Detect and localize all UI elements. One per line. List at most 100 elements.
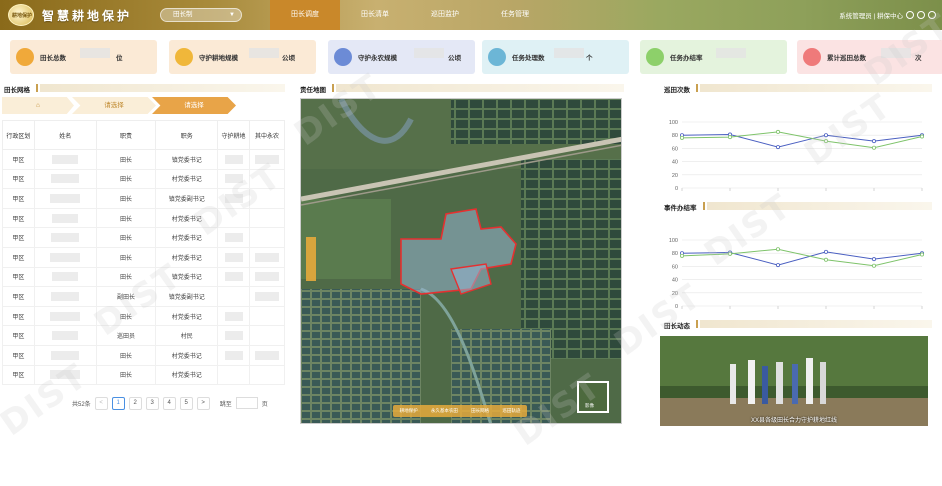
cell-duty: 田长 (95, 266, 157, 288)
table-row[interactable]: 甲区 田长 镇党委书记 (2, 149, 285, 170)
map-layer-item[interactable]: 永久基本农田 (431, 408, 458, 414)
user-icon[interactable] (906, 11, 914, 19)
responsibility-map[interactable]: 耕地保护 永久基本农田 田长网格 巡田轨迹 影像 (300, 98, 622, 424)
cell-district: 甲区 (2, 325, 35, 346)
satellite-imagery[interactable] (301, 99, 622, 424)
y-tick-label: 40 (672, 160, 678, 166)
section-marker (36, 84, 38, 92)
map-layer-item[interactable]: 田长网格 (471, 408, 489, 414)
table-row[interactable]: 甲区 田长 村党委书记 (2, 227, 285, 248)
breadcrumb-level1[interactable]: 请选择 (72, 97, 156, 114)
redacted-value (51, 350, 80, 360)
table-row[interactable]: 甲区 田长 村党委书记 (2, 344, 285, 366)
cell-name (33, 149, 97, 170)
map-layer-item[interactable]: 耕地保护 (400, 408, 418, 414)
cell-duty: 副田长 (95, 286, 157, 307)
table-row[interactable]: 甲区 田长 村党委书记 (2, 246, 285, 268)
y-tick-label: 80 (672, 251, 678, 257)
page-button-1[interactable]: 1 (111, 396, 125, 410)
news-photo[interactable]: XX县各级田长合力守护耕地红线 (660, 336, 928, 426)
redacted-value (52, 272, 79, 282)
column-header: 行政区划 (2, 120, 35, 150)
cell-basic-farmland (249, 286, 285, 307)
stat-card-fieldchief-count[interactable]: 田长总数 位 (10, 40, 157, 74)
fieldchief-table: 行政区划 姓名 职责 职务 守护耕地 其中永农 甲区 田长 镇党委书记 甲区 田长 村党委… (2, 120, 285, 386)
basemap-switcher[interactable]: 影像 (577, 381, 609, 413)
cell-name (33, 266, 97, 288)
nav-item-patrol[interactable]: 巡田监护 (410, 0, 480, 30)
hand-coin-icon (175, 48, 193, 66)
cell-position: 村党委书记 (155, 168, 219, 190)
table-row[interactable]: 甲区 田长 村党委书记 (2, 305, 285, 327)
section-bar (336, 84, 624, 92)
stat-card-basic-farmland[interactable]: 守护永农规模 公顷 (328, 40, 475, 74)
user-area: 系统管理员 | 耕保中心 (839, 10, 936, 20)
cell-district: 甲区 (2, 246, 35, 268)
map-side-toggle[interactable] (306, 237, 316, 281)
power-icon[interactable] (928, 11, 936, 19)
redacted-value (52, 213, 79, 223)
stat-card-value (881, 48, 911, 58)
redacted-value (224, 311, 243, 321)
map-layer-item[interactable]: 巡田轨迹 (502, 408, 520, 414)
stat-card-completion-rate[interactable]: 任务办结率 (640, 40, 787, 74)
stat-card-value (554, 48, 584, 58)
data-point (871, 263, 876, 268)
region-select[interactable]: 田长制 ▼ (160, 8, 242, 22)
data-point (776, 263, 781, 268)
page-suffix: 页 (261, 401, 268, 408)
y-tick-label: 0 (675, 186, 678, 192)
redacted-value (255, 154, 279, 164)
y-tick-label: 40 (672, 278, 678, 284)
breadcrumb-home[interactable]: ⌂ (2, 97, 74, 114)
table-row[interactable]: 甲区 田长 村党委书记 (2, 168, 285, 190)
user-name[interactable]: 系统管理员 | 耕保中心 (839, 10, 903, 20)
table-row[interactable]: 甲区 田长 镇党委副书记 (2, 188, 285, 209)
cell-name (33, 325, 97, 346)
cell-district: 甲区 (2, 344, 35, 366)
breadcrumb-level2[interactable]: 请选择 (152, 97, 236, 114)
page-button-2[interactable]: 2 (128, 396, 142, 410)
page-button-4[interactable]: 4 (162, 396, 176, 410)
cell-farmland (217, 227, 251, 248)
redacted-value (51, 174, 80, 184)
redacted-value (52, 154, 79, 164)
table-row[interactable]: 甲区 田长 村党委书记 (2, 364, 285, 386)
table-row[interactable]: 甲区 田长 镇党委书记 (2, 266, 285, 288)
jump-page-input[interactable] (235, 397, 258, 409)
cell-name (33, 344, 97, 366)
settings-icon[interactable] (917, 11, 925, 19)
nav-item-tasks[interactable]: 任务管理 (480, 0, 550, 30)
cell-district: 甲区 (2, 286, 35, 307)
next-page-button[interactable]: > (196, 396, 210, 410)
redacted-value (52, 331, 79, 341)
nav-item-dispatch[interactable]: 田长调度 (270, 0, 340, 30)
stat-card-farmland-scale[interactable]: 守护耕地规模 公顷 (169, 40, 316, 74)
cell-position: 村党委书记 (155, 207, 219, 229)
table-row[interactable]: 甲区 副田长 镇党委副书记 (2, 286, 285, 307)
nav-item-list[interactable]: 田长清单 (340, 0, 410, 30)
stat-card-value (716, 48, 746, 58)
cell-district: 甲区 (2, 364, 35, 386)
cell-name (33, 246, 97, 268)
table-row[interactable]: 甲区 巡田员 村民 (2, 325, 285, 346)
table-body: 甲区 田长 镇党委书记 甲区 田长 村党委书记 甲区 田长 镇党委副书记 甲区 田长 村党委书记 甲区田… (2, 149, 285, 386)
page-button-3[interactable]: 3 (145, 396, 159, 410)
map-layer-toolbar: 耕地保护 永久基本农田 田长网格 巡田轨迹 (393, 405, 527, 417)
stat-card-unit: 位 (116, 55, 123, 62)
page-button-5[interactable]: 5 (179, 396, 193, 410)
building-icon (334, 48, 352, 66)
redacted-value (224, 252, 243, 262)
stat-card-label: 守护永农规模 (358, 55, 397, 62)
stat-card-task-count[interactable]: 任务处理数 个 (482, 40, 629, 74)
cell-basic-farmland (249, 364, 285, 386)
cell-position: 村党委书记 (155, 246, 219, 268)
prev-page-button[interactable]: < (94, 396, 108, 410)
table-row[interactable]: 甲区 田长 村党委书记 (2, 207, 285, 229)
stat-card-patrol-total[interactable]: 累计巡田总数 次 (797, 40, 942, 74)
section-title-map: 责任地图 (300, 87, 326, 94)
cell-farmland (217, 305, 251, 327)
table-header-row: 行政区划 姓名 职责 职务 守护耕地 其中永农 (2, 120, 285, 150)
redacted-value (50, 252, 81, 262)
thumb-icon (646, 48, 664, 66)
